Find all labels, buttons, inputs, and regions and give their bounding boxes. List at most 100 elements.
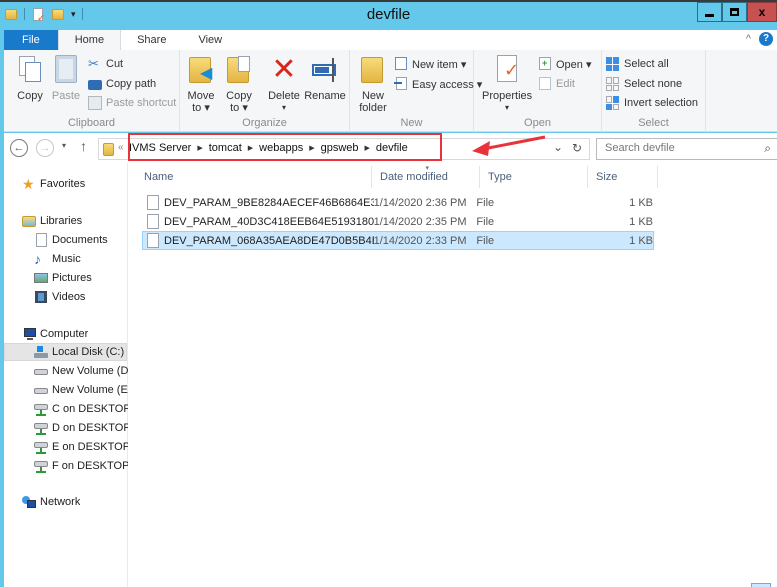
file-name: DEV_PARAM_9BE8284AECEF46B6864E303... [164,196,374,209]
easy-access-button[interactable]: Easy access ▾ [394,75,482,93]
new-item-button[interactable]: New item ▾ [394,55,466,73]
delete-dropdown-icon[interactable]: ▾ [264,102,304,114]
nav-music[interactable]: ♪ Music [34,250,81,268]
forward-button[interactable]: → [36,139,54,157]
rename-button[interactable]: Rename [304,54,346,102]
copy-button[interactable]: Copy [12,54,48,102]
select-none-label: Select none [624,78,683,90]
column-name-label: Name [144,171,174,183]
pictures-icon [34,271,48,285]
documents-icon [34,233,48,247]
nav-local-disk-c[interactable]: Local Disk (C:) [4,343,127,361]
window-controls: x [697,2,777,22]
nav-new-volume-e[interactable]: New Volume (E:) [34,381,128,399]
tab-share[interactable]: Share [121,30,182,50]
group-organize: ◀ Move to ▾ Copy to ▾ ✕ Delete ▾ Rename … [180,50,350,132]
open-button[interactable]: + Open ▾ [538,55,592,73]
paste-shortcut-button[interactable]: Paste shortcut [88,94,176,112]
paste-shortcut-icon [88,96,102,110]
properties-button[interactable]: ✓ Properties ▾ [482,54,532,114]
nav-network-drive-c[interactable]: C on DESKTOP-H [34,400,128,418]
select-all-label: Select all [624,58,669,70]
file-icon [147,214,159,229]
minimize-button[interactable] [697,2,722,22]
address-highlight-box [128,133,442,161]
collapse-ribbon-icon[interactable]: ^ [746,33,751,45]
tab-file[interactable]: File [4,30,58,50]
easy-access-label: Easy access ▾ [412,78,483,91]
back-button[interactable]: ← [10,139,28,157]
ribbon-home: Copy Paste ✂ Cut Copy path Paste shortcu… [4,50,777,132]
paste-button[interactable]: Paste [50,54,82,102]
file-row[interactable]: DEV_PARAM_9BE8284AECEF46B6864E303... 1/1… [142,193,654,212]
close-button[interactable]: x [747,2,777,22]
new-folder-button[interactable]: New folder [356,54,390,114]
select-all-button[interactable]: Select all [606,55,669,73]
file-row-selected[interactable]: DEV_PARAM_068A35AEA8DE47D0B5B4B6... 1/14… [142,231,654,250]
nav-documents-label: Documents [52,234,108,246]
nav-new-volume-d-label: New Volume (D: [52,365,128,377]
nav-new-volume-d[interactable]: New Volume (D: [34,362,128,380]
easy-access-icon [394,77,408,91]
paste-label: Paste [51,90,81,102]
up-arrow-icon[interactable]: ↑ [80,138,87,154]
navigation-pane: ★ Favorites Libraries Documents ♪ Music … [4,163,128,587]
edit-button[interactable]: Edit [538,75,575,93]
move-to-button[interactable]: ◀ Move to ▾ [184,54,218,114]
search-icon[interactable]: ⌕ [764,141,771,156]
network-drive-icon [34,459,48,473]
tab-view[interactable]: View [182,30,238,50]
column-size-label: Size [596,171,618,183]
recent-locations-icon[interactable]: ▾ [62,141,66,150]
file-row[interactable]: DEV_PARAM_40D3C418EEB64E5193180A2... 1/1… [142,212,654,231]
group-open: ✓ Properties ▾ + Open ▾ Edit Open [474,50,602,132]
properties-dropdown-icon[interactable]: ▾ [482,102,532,114]
overflow-breadcrumb-icon[interactable]: « [118,142,124,153]
address-dropdown-icon[interactable]: ⌄ [553,140,563,154]
nav-network-drive-c-label: C on DESKTOP-H [52,403,128,415]
nav-favorites[interactable]: ★ Favorites [22,175,85,193]
paste-icon [51,54,81,86]
view-toggle-details[interactable] [751,583,771,587]
new-folder-label: New folder [359,90,387,114]
title-bar: ✓ ▾ devfile x [0,0,777,30]
select-none-button[interactable]: Select none [606,75,682,93]
nav-network[interactable]: Network [22,493,80,511]
new-item-icon [394,57,408,71]
invert-selection-button[interactable]: Invert selection [606,94,698,112]
file-size: 1 KB [629,234,653,247]
column-header-size[interactable]: Size [588,166,658,188]
help-icon[interactable]: ? [759,32,773,46]
copy-to-label: Copy to ▾ [226,90,252,114]
libraries-icon [22,214,36,228]
column-header-type[interactable]: Type [480,166,588,188]
column-header-name[interactable]: Name [136,166,372,188]
nav-network-drive-f[interactable]: F on DESKTOP-H [34,457,128,475]
nav-pictures[interactable]: Pictures [34,269,92,287]
nav-network-drive-e[interactable]: E on DESKTOP-H [34,438,128,456]
nav-libraries-label: Libraries [40,215,83,227]
copy-path-button[interactable]: Copy path [88,75,156,93]
cut-button[interactable]: ✂ Cut [88,55,123,73]
file-icon [147,233,159,248]
new-item-label: New item ▾ [412,58,467,71]
refresh-icon[interactable]: ↻ [572,141,582,155]
nav-libraries[interactable]: Libraries [22,212,82,230]
nav-computer[interactable]: Computer [22,325,88,343]
search-input[interactable]: Search devfile ⌕ [596,138,777,160]
scissors-icon: ✂ [88,56,99,71]
tab-home[interactable]: Home [57,30,122,50]
delete-button[interactable]: ✕ Delete ▾ [264,54,304,114]
nav-documents[interactable]: Documents [34,231,108,249]
group-label-select: Select [638,117,669,129]
ribbon-right-controls: ^ ? [746,32,773,46]
group-select: Select all Select none Invert selection … [602,50,706,132]
local-disk-icon [34,345,48,359]
copy-to-button[interactable]: Copy to ▾ [222,54,256,114]
file-name: DEV_PARAM_068A35AEA8DE47D0B5B4B6... [164,234,374,247]
nav-videos[interactable]: Videos [34,288,85,306]
delete-icon: ✕ [271,53,297,86]
maximize-button[interactable] [722,2,747,22]
column-header-date-modified[interactable]: ▾ Date modified [372,165,480,188]
nav-network-drive-d[interactable]: D on DESKTOP-H [34,419,128,437]
